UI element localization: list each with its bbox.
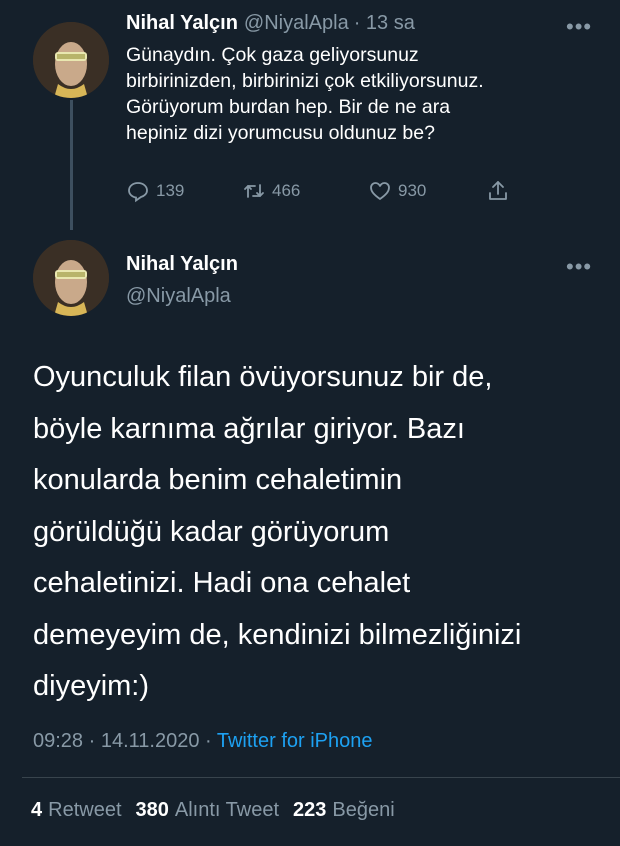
reply-more-button[interactable]: ••• (566, 14, 592, 40)
reply-button[interactable]: 139 (126, 179, 184, 203)
quote-tweets-stat[interactable]: 380 Alıntı Tweet (136, 799, 280, 822)
main-more-button[interactable]: ••• (566, 254, 592, 280)
quote-tweets-label: Alıntı Tweet (174, 799, 280, 821)
retweet-icon (244, 184, 264, 198)
reply-header: Nihal Yalçın @NiyalApla · 13 sa (126, 12, 415, 35)
reply-text-line: birbirinizden, birbirinizi çok etkiliyor… (126, 70, 484, 92)
reply-time[interactable]: · 13 sa (354, 12, 415, 34)
reply-avatar[interactable] (33, 22, 109, 98)
main-text-line: böyle karnıma ağrılar giriyor. Bazı (33, 412, 465, 445)
main-text-line: cehaletinizi. Hadi ona cehalet (33, 567, 411, 599)
likes-label: Beğeni (332, 799, 395, 821)
share-icon (489, 181, 507, 200)
main-avatar[interactable] (33, 240, 109, 316)
reply-text: Günaydın. Çok gaza geliyorsunuz birbirin… (126, 42, 596, 146)
thread-line (70, 100, 73, 230)
engagement-stats: 4 Retweet 380 Alıntı Tweet 223 Beğeni (31, 799, 395, 822)
share-button[interactable] (486, 179, 516, 203)
like-count: 930 (398, 181, 427, 200)
retweets-count: 4 (31, 799, 43, 821)
main-author-handle[interactable]: @NiyalApla (126, 285, 231, 308)
reply-count: 139 (156, 181, 185, 200)
retweet-count: 466 (272, 181, 301, 200)
like-button[interactable]: 930 (368, 179, 426, 203)
main-text-line: demeyeyim de, kendinizi bilmezliğinizi (33, 618, 522, 651)
main-text-line: diyeyim:) (33, 670, 150, 702)
quote-tweets-count: 380 (135, 799, 169, 821)
reply-text-line: Günaydın. Çok gaza geliyorsunuz (126, 44, 419, 66)
retweets-stat[interactable]: 4 Retweet (31, 799, 122, 822)
main-tweet-text: Oyunculuk filan övüyorsunuz bir de, böyl… (33, 352, 593, 713)
retweets-label: Retweet (48, 799, 122, 821)
like-icon (370, 182, 390, 200)
reply-icon (128, 182, 148, 203)
main-text-line: Oyunculuk filan övüyorsunuz bir de, (33, 361, 493, 393)
reply-author-name[interactable]: Nihal Yalçın (126, 12, 238, 34)
tweet-timestamp[interactable]: 09:28 · 14.11.2020 · (33, 730, 217, 752)
main-author-name[interactable]: Nihal Yalçın (126, 253, 238, 276)
likes-count: 223 (293, 799, 327, 821)
retweet-button[interactable]: 466 (242, 179, 300, 203)
main-text-line: görüldüğü kadar görüyorum (33, 515, 390, 548)
tweet-source-link[interactable]: Twitter for iPhone (217, 730, 373, 752)
avatar-image (33, 240, 109, 316)
likes-stat[interactable]: 223 Beğeni (293, 799, 395, 822)
divider (22, 777, 620, 778)
tweet-meta: 09:28 · 14.11.2020 · Twitter for iPhone (33, 730, 372, 753)
reply-text-line: hepiniz dizi yorumcusu oldunuz be? (126, 122, 435, 144)
avatar-image (33, 22, 109, 98)
reply-text-line: Görüyorum burdan hep. Bir de ne ara (126, 96, 451, 118)
main-text-line: konularda benim cehaletimin (33, 464, 403, 496)
reply-author-handle[interactable]: @NiyalApla (244, 12, 349, 34)
